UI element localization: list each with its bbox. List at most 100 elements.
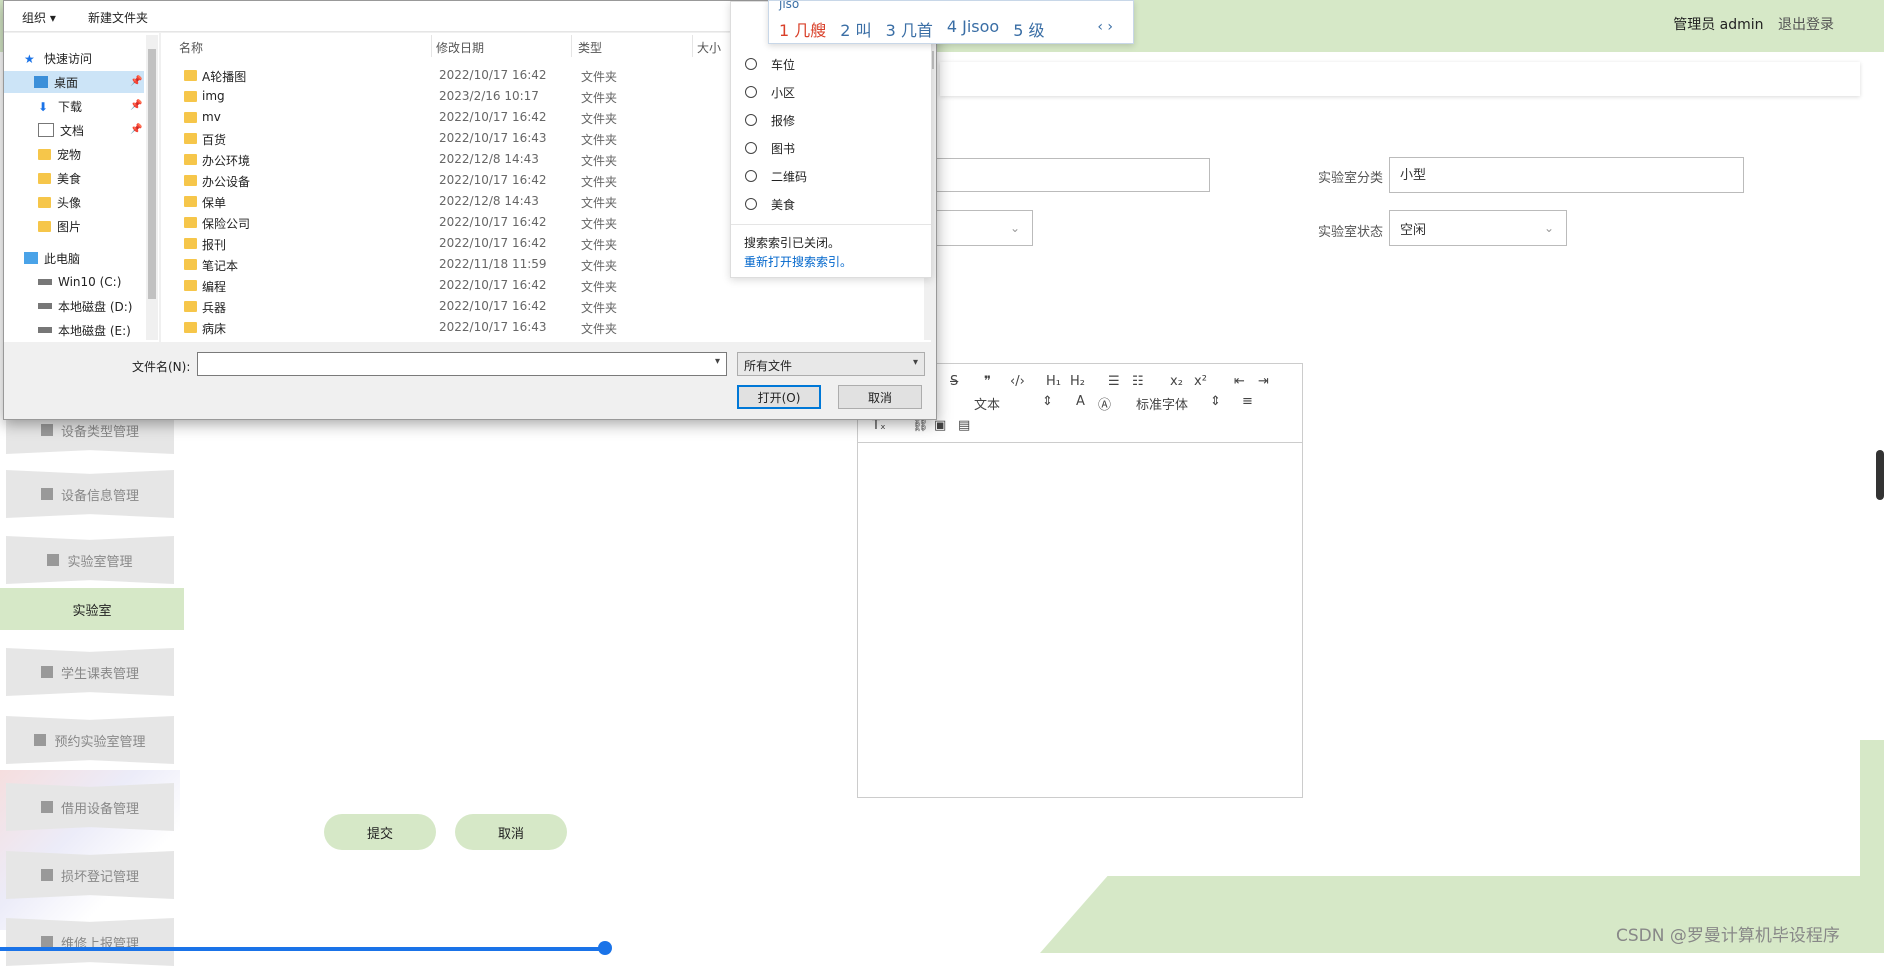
outdent-icon[interactable]: ⇤ [1234,374,1245,389]
open-button[interactable]: 打开(O) [737,385,821,409]
page-scroll-indicator[interactable] [1876,450,1884,500]
bullet-list-icon[interactable]: ☷ [1132,374,1144,389]
rich-text-editor[interactable]: S̶ ❞ ‹/› H₁ H₂ ☰ ☷ x₂ x² ⇤ ⇥ 文本 ⇕ A Ⓐ 标准… [857,363,1303,798]
reopen-index-link[interactable]: 重新打开搜索索引。 [744,253,852,270]
text-size-select[interactable]: 文本 [974,394,1000,413]
file-row[interactable]: 办公设备 2022/10/17 16:42 文件夹 [184,171,724,191]
file-row[interactable]: img 2023/2/16 10:17 文件夹 [184,87,724,107]
file-row[interactable]: 保单 2022/12/8 14:43 文件夹 [184,192,724,212]
quote-icon[interactable]: ❞ [984,374,991,389]
code-icon[interactable]: ‹/› [1010,374,1025,389]
history-item[interactable]: 二维码 [745,166,807,186]
file-name: 保单 [202,196,227,210]
nav-folder-pets[interactable]: 宠物 [38,143,81,165]
name-input-partial[interactable] [930,158,1210,192]
submit-button[interactable]: 提交 [324,814,436,850]
ime-composition: jiso [779,0,800,11]
history-label: 小区 [771,85,796,100]
select-partial[interactable]: ⌄ [930,210,1033,246]
column-separator [571,35,572,57]
file-row[interactable]: 笔记本 2022/11/18 11:59 文件夹 [184,255,724,275]
ime-candidate[interactable]: 2 叫 [840,17,871,41]
new-folder-button[interactable]: 新建文件夹 [88,9,148,26]
indent-icon[interactable]: ⇥ [1258,374,1269,389]
sidebar-item-damage[interactable]: 损坏登记管理 [6,851,174,899]
file-date: 2022/10/17 16:42 [439,110,547,124]
sidebar-subitem-lab[interactable]: 实验室 [0,588,184,630]
file-row[interactable]: 兵器 2022/10/17 16:42 文件夹 [184,297,724,317]
chevron-down-icon[interactable]: ▾ [715,356,720,367]
clear-format-icon[interactable]: Tₓ [872,418,886,433]
nav-desktop[interactable]: 桌面 [4,71,144,93]
file-row[interactable]: 办公环境 2022/12/8 14:43 文件夹 [184,150,724,170]
video-icon[interactable]: ▤ [958,418,970,433]
nav-folder-pictures[interactable]: 图片 [38,215,81,237]
logout-link[interactable]: 退出登录 [1778,17,1834,33]
desktop-icon [34,76,48,88]
sidebar-item-borrow[interactable]: 借用设备管理 [6,783,174,831]
nav-this-pc[interactable]: 此电脑 [24,247,80,269]
pin-icon: 📌 [130,124,143,135]
scroll-thumb[interactable] [148,49,156,299]
font-family-select[interactable]: 标准字体 [1136,394,1188,413]
nav-downloads[interactable]: ⬇ 下载 [38,95,82,117]
nav-folder-food[interactable]: 美食 [38,167,81,189]
link-icon[interactable]: ⛓ [912,418,929,433]
file-date: 2022/10/17 16:43 [439,320,547,334]
file-row[interactable]: 病床 2022/10/17 16:43 文件夹 [184,318,724,338]
background-color-icon[interactable]: Ⓐ [1098,394,1111,413]
history-item[interactable]: 报修 [745,110,795,130]
sidebar-item-reservation[interactable]: 预约实验室管理 [6,716,174,764]
nav-drive-e[interactable]: 本地磁盘 (E:) [38,319,131,341]
image-icon[interactable]: ▣ [934,418,946,433]
file-row[interactable]: 报刊 2022/10/17 16:42 文件夹 [184,234,724,254]
sidebar-item-repair[interactable]: 维修上报管理 [6,918,174,966]
column-size[interactable]: 大小 [697,39,721,56]
ime-candidate[interactable]: 4 Jisoo [947,17,999,41]
superscript-icon[interactable]: x² [1194,374,1207,389]
font-color-icon[interactable]: A [1076,394,1085,409]
history-item[interactable]: 美食 [745,194,795,214]
column-type[interactable]: 类型 [578,39,602,56]
align-icon[interactable]: ≡ [1242,394,1253,409]
filename-input[interactable] [197,352,727,376]
folder-icon [184,196,197,207]
bar-chart-icon [40,666,53,678]
file-row[interactable]: A轮播图 2022/10/17 16:42 文件夹 [184,66,724,86]
strike-icon[interactable]: S̶ [950,374,958,389]
heading2-icon[interactable]: H₂ [1070,374,1085,389]
status-select[interactable]: 空闲 ⌄ [1389,210,1567,246]
ime-candidate[interactable]: 3 几首 [886,17,933,41]
nav-folder-avatar[interactable]: 头像 [38,191,81,213]
sidebar-item-lab[interactable]: 实验室管理 [6,536,174,584]
file-row[interactable]: mv 2022/10/17 16:42 文件夹 [184,108,724,128]
cancel-button[interactable]: 取消 [455,814,567,850]
nav-drive-d[interactable]: 本地磁盘 (D:) [38,295,132,317]
sidebar-item-schedule[interactable]: 学生课表管理 [6,648,174,696]
column-date[interactable]: 修改日期 [436,39,484,56]
file-row[interactable]: 百货 2022/10/17 16:43 文件夹 [184,129,724,149]
history-item[interactable]: 图书 [745,138,795,158]
history-item[interactable]: 小区 [745,82,795,102]
heading1-icon[interactable]: H₁ [1046,374,1061,389]
nav-quick-access[interactable]: ★ 快速访问 [24,47,92,69]
subscript-icon[interactable]: x₂ [1170,374,1183,389]
sidebar-item-device-info[interactable]: 设备信息管理 [6,470,174,518]
nav-drive-c[interactable]: Win10 (C:) [38,271,121,293]
file-date: 2022/10/17 16:42 [439,68,547,82]
file-row[interactable]: 编程 2022/10/17 16:42 文件夹 [184,276,724,296]
ime-candidate[interactable]: 5 级 [1013,17,1044,41]
organize-button[interactable]: 组织 ▾ [22,9,56,26]
dialog-cancel-button[interactable]: 取消 [838,385,922,409]
file-type-filter[interactable]: 所有文件 ▾ [737,352,925,376]
ime-page-arrows[interactable]: ‹ › [1097,19,1113,35]
nav-scrollbar[interactable] [146,35,158,340]
history-item[interactable]: 车位 [745,54,795,74]
ime-candidate[interactable]: 1 几艘 [779,17,826,41]
category-input[interactable]: 小型 [1389,157,1744,193]
filename-label: 文件名(N): [132,360,191,374]
nav-documents[interactable]: 文档 [38,119,84,141]
file-row[interactable]: 保险公司 2022/10/17 16:42 文件夹 [184,213,724,233]
ordered-list-icon[interactable]: ☰ [1108,374,1120,389]
column-name[interactable]: 名称 [179,39,203,56]
